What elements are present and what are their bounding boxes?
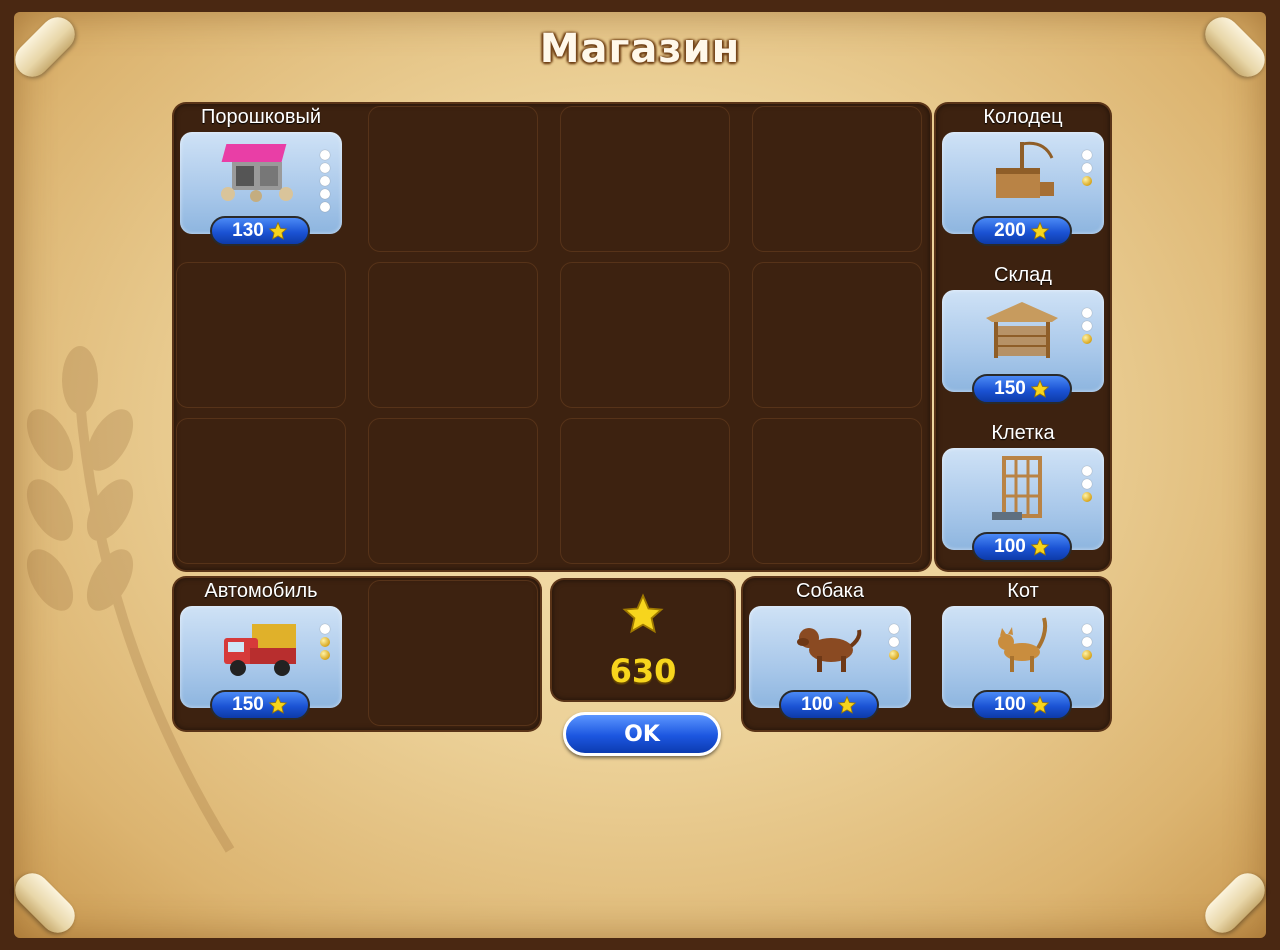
item-label: Кот <box>1007 580 1039 602</box>
buy-button-cage[interactable]: 100 <box>972 532 1072 562</box>
well-icon <box>996 141 1054 198</box>
upgrade-level-indicator <box>1082 150 1092 189</box>
item-label: Колодец <box>983 106 1063 128</box>
buy-button-dog[interactable]: 100 <box>779 690 879 720</box>
item-label: Автомобиль <box>204 580 318 602</box>
empty-slot <box>752 106 922 252</box>
cage-icon <box>992 456 1042 520</box>
empty-slot <box>176 262 346 408</box>
empty-slot <box>368 106 538 252</box>
item-label: Порошковый <box>200 106 322 128</box>
upgrade-level-indicator <box>889 624 899 663</box>
upgrade-level-indicator <box>1082 466 1092 505</box>
shop-item-dog[interactable]: Собака 100 <box>743 578 917 728</box>
empty-slot <box>560 106 730 252</box>
powder-workshop-icon <box>221 144 293 202</box>
star-coin-icon <box>1030 379 1050 398</box>
upgrade-level-indicator <box>1082 308 1092 347</box>
shop-item-powder[interactable]: Порошковый 130 <box>174 104 348 254</box>
ok-button[interactable]: OK <box>563 712 721 756</box>
item-label: Склад <box>994 264 1052 286</box>
dog-icon <box>797 628 862 672</box>
star-coin-icon <box>268 695 288 714</box>
price-value: 100 <box>994 694 1026 715</box>
empty-slot <box>368 418 538 564</box>
empty-slot <box>560 262 730 408</box>
price-value: 100 <box>801 694 833 715</box>
item-label: Клетка <box>991 422 1055 444</box>
upgrade-level-indicator <box>1082 624 1092 663</box>
vehicle-panel: Автомобиль 150 <box>174 578 540 730</box>
coin-balance-value: 630 <box>609 652 677 690</box>
buy-button-cat[interactable]: 100 <box>972 690 1072 720</box>
coin-balance-panel: 630 <box>552 580 734 700</box>
shop-item-cage[interactable]: Клетка 100 <box>936 420 1110 570</box>
star-coin-icon <box>1030 695 1050 714</box>
buy-button-well[interactable]: 200 <box>972 216 1072 246</box>
shop-item-car[interactable]: Автомобиль 150 <box>174 578 348 728</box>
price-value: 200 <box>994 220 1026 241</box>
star-coin-icon <box>1030 537 1050 556</box>
price-value: 130 <box>232 220 264 241</box>
price-value: 100 <box>994 536 1026 557</box>
price-value: 150 <box>232 694 264 715</box>
star-coin-icon <box>837 695 857 714</box>
empty-slot <box>368 580 538 726</box>
shop-item-storage[interactable]: Склад 150 <box>936 262 1110 412</box>
pets-panel: Собака 100 Кот 100 <box>743 578 1110 730</box>
empty-slot <box>752 418 922 564</box>
shop-item-cat[interactable]: Кот 100 <box>936 578 1110 728</box>
empty-slot <box>368 262 538 408</box>
upgrade-level-indicator <box>320 150 330 215</box>
star-coin-icon <box>268 221 288 240</box>
truck-icon <box>224 624 296 676</box>
cat-icon <box>998 617 1048 672</box>
storage-shed-icon <box>986 302 1058 358</box>
item-label: Собака <box>796 580 864 602</box>
page-title: Магазин <box>539 26 741 72</box>
shop-item-well[interactable]: Колодец 200 <box>936 104 1110 254</box>
empty-slot <box>176 418 346 564</box>
star-coin-icon <box>1030 221 1050 240</box>
right-shop-column: Колодец 200 Склад 150 Клетка 100 <box>936 104 1110 570</box>
buy-button-powder[interactable]: 130 <box>210 216 310 246</box>
buy-button-storage[interactable]: 150 <box>972 374 1072 404</box>
empty-slot <box>752 262 922 408</box>
star-coin-icon <box>622 593 664 634</box>
buy-button-car[interactable]: 150 <box>210 690 310 720</box>
upgrade-level-indicator <box>320 624 330 663</box>
price-value: 150 <box>994 378 1026 399</box>
empty-slot <box>560 418 730 564</box>
main-shop-grid: Порошковый 130 <box>174 104 930 570</box>
